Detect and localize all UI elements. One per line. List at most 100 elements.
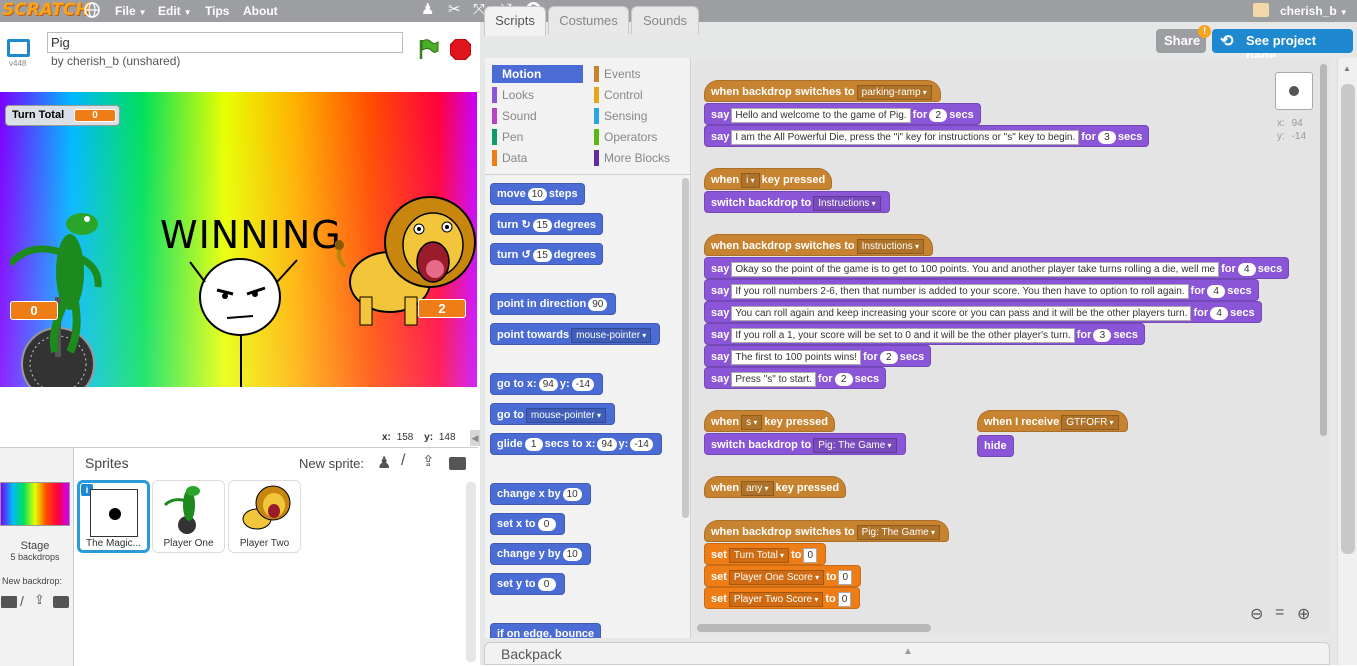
category-sound[interactable]: Sound — [492, 107, 584, 125]
camera-sprite-icon[interactable] — [449, 457, 466, 470]
say-for-secs-block[interactable]: say I am the All Powerful Die, press the … — [704, 125, 1150, 147]
tips-menu[interactable]: Tips — [205, 4, 229, 18]
say-for-secs-block[interactable]: say If you roll a 1, your score will be s… — [704, 323, 1145, 345]
stage-thumbnail[interactable] — [0, 482, 70, 526]
set-y-block[interactable]: set y to 0 — [490, 573, 565, 595]
player-one-score: 0 — [10, 301, 58, 320]
user-folder-icon[interactable] — [1253, 3, 1269, 17]
paint-sprite-icon[interactable]: / — [401, 452, 405, 470]
palette-scrollbar[interactable] — [682, 178, 689, 518]
tab-scripts[interactable]: Scripts — [484, 6, 546, 36]
say-for-secs-block[interactable]: say Press "s" to start. for 2 secs — [704, 367, 887, 389]
set-variable-block[interactable]: setTurn Totalto0 — [704, 543, 827, 565]
sprite-library-icon[interactable]: ♟ — [377, 453, 391, 473]
switch-backdrop-block[interactable]: switch backdrop to Instructions — [704, 191, 890, 213]
category-motion[interactable]: Motion — [492, 65, 583, 83]
see-project-page-button[interactable]: ⟲ See project page — [1212, 29, 1353, 63]
remix-arrows-icon: ⟲ — [1220, 33, 1234, 50]
category-looks[interactable]: Looks — [492, 86, 584, 104]
stop-sign-icon[interactable] — [449, 38, 472, 61]
set-x-block[interactable]: set x to 0 — [490, 513, 565, 535]
set-variable-block[interactable]: setPlayer Two Scoreto0 — [704, 587, 861, 609]
meme-face-sprite[interactable] — [185, 252, 300, 387]
green-flag-icon[interactable] — [417, 38, 439, 60]
page-scrollbar-track[interactable]: ▲ — [1337, 58, 1357, 665]
move-steps-block[interactable]: move 10 steps — [490, 183, 585, 205]
about-menu[interactable]: About — [243, 4, 278, 18]
backpack-bar[interactable]: Backpack ▲ — [484, 642, 1330, 665]
when-key-pressed-hat[interactable]: whenikey pressed — [704, 168, 833, 190]
change-y-block[interactable]: change y by 10 — [490, 543, 591, 565]
category-operators[interactable]: Operators — [594, 128, 686, 146]
tab-sounds[interactable]: Sounds — [631, 6, 699, 34]
tab-costumes[interactable]: Costumes — [548, 6, 629, 34]
category-control[interactable]: Control — [594, 86, 686, 104]
user-menu[interactable]: cherish_b ▼ — [1280, 4, 1348, 18]
sprite-panel-scrollbar[interactable] — [466, 482, 476, 662]
when-i-receive-hat[interactable]: when I receive GTFOFR — [977, 410, 1128, 432]
scratch-logo[interactable]: SCRATCH — [2, 0, 90, 21]
globe-icon[interactable] — [83, 1, 101, 19]
script-vertical-scrollbar[interactable] — [1320, 64, 1327, 436]
edit-menu[interactable]: Edit ▼ — [158, 4, 192, 18]
upload-icon[interactable]: ⇪ — [34, 592, 45, 608]
presentation-mode-button[interactable] — [7, 39, 30, 57]
monitor-label: Turn Total — [12, 109, 65, 121]
glide-block[interactable]: glide 1 secs to x: 94 y: -14 — [490, 433, 662, 455]
category-more-blocks[interactable]: More Blocks — [594, 149, 686, 167]
set-variable-block[interactable]: setPlayer One Scoreto0 — [704, 565, 862, 587]
sprite-info-thumbnail[interactable] — [1275, 72, 1313, 110]
bounce-block[interactable]: if on edge, bounce — [490, 623, 602, 638]
category-sensing[interactable]: Sensing — [594, 107, 686, 125]
hide-block[interactable]: hide — [977, 435, 1014, 457]
player-one-frog-sprite[interactable] — [7, 202, 130, 387]
point-in-direction-block[interactable]: point in direction 90 — [490, 293, 617, 315]
zoom-in-icon[interactable]: ⊕ — [1297, 604, 1310, 624]
zoom-reset-icon[interactable]: = — [1275, 604, 1284, 622]
change-x-block[interactable]: change x by 10 — [490, 483, 591, 505]
when-backdrop-switches-hat[interactable]: when backdrop switches to parking-ramp — [704, 80, 941, 102]
player-two-score: 2 — [418, 299, 466, 318]
category-events[interactable]: Events — [594, 65, 686, 83]
page-scrollbar-thumb[interactable] — [1341, 84, 1355, 554]
turn-right-block[interactable]: turn ↻ 15 degrees — [490, 213, 603, 235]
panel-divider-handle[interactable]: ◀ — [470, 430, 480, 446]
category-pen[interactable]: Pen — [492, 128, 584, 146]
upload-sprite-icon[interactable]: ⇪ — [422, 452, 435, 470]
expand-arrow-icon[interactable]: ▲ — [903, 646, 913, 657]
brush-icon[interactable]: / — [20, 593, 24, 609]
say-for-secs-block[interactable]: say Okay so the point of the game is to g… — [704, 257, 1290, 279]
category-data[interactable]: Data — [492, 149, 584, 167]
say-for-secs-block[interactable]: say Hello and welcome to the game of Pig.… — [704, 103, 981, 125]
new-sprite-label: New sprite: — [299, 456, 365, 471]
go-to-xy-block[interactable]: go to x: 94 y: -14 — [490, 373, 604, 395]
duplicate-stamp-icon[interactable]: ♟ — [421, 2, 434, 18]
sprite-thumbnail-player-two[interactable]: Player Two — [228, 480, 301, 553]
file-menu[interactable]: File ▼ — [115, 4, 147, 18]
cut-icon[interactable]: ✂ — [448, 2, 461, 18]
when-key-pressed-hat[interactable]: whenskey pressed — [704, 410, 835, 432]
script-editor-area[interactable]: when backdrop switches toparking-ramp sa… — [694, 58, 1330, 634]
paint-backdrop-icon[interactable] — [1, 596, 17, 608]
say-for-secs-block[interactable]: say You can roll again and keep increasin… — [704, 301, 1262, 323]
zoom-out-icon[interactable]: ⊖ — [1250, 604, 1263, 624]
sprites-header: Sprites — [85, 455, 129, 471]
turn-left-block[interactable]: turn ↺ 15 degrees — [490, 243, 603, 265]
project-title-input[interactable] — [47, 32, 403, 53]
scroll-up-arrow-icon[interactable]: ▲ — [1343, 64, 1351, 73]
camera-icon[interactable] — [53, 596, 69, 608]
when-backdrop-switches-hat[interactable]: when backdrop switches to Pig: The Game — [704, 520, 949, 542]
when-backdrop-switches-hat[interactable]: when backdrop switches to Instructions — [704, 234, 934, 256]
switch-backdrop-block[interactable]: switch backdrop to Pig: The Game — [704, 433, 906, 455]
when-key-pressed-hat[interactable]: whenanykey pressed — [704, 476, 847, 498]
turn-total-monitor[interactable]: Turn Total 0 — [5, 105, 120, 126]
stage-canvas[interactable]: Turn Total 0 WINNING 0 2 — [0, 92, 477, 387]
say-for-secs-block[interactable]: say The first to 100 points wins! for 2 secs — [704, 345, 932, 367]
monitor-value: 0 — [74, 109, 116, 122]
go-to-block[interactable]: go to mouse-pointer — [490, 403, 616, 425]
sprite-thumbnail-player-one[interactable]: Player One — [152, 480, 225, 553]
point-towards-block[interactable]: point towards mouse-pointer — [490, 323, 661, 345]
sprite-thumbnail-magic-die[interactable]: i The Magic... — [77, 480, 150, 553]
say-for-secs-block[interactable]: say If you roll numbers 2-6, then that nu… — [704, 279, 1259, 301]
script-horizontal-scrollbar[interactable] — [697, 624, 931, 632]
